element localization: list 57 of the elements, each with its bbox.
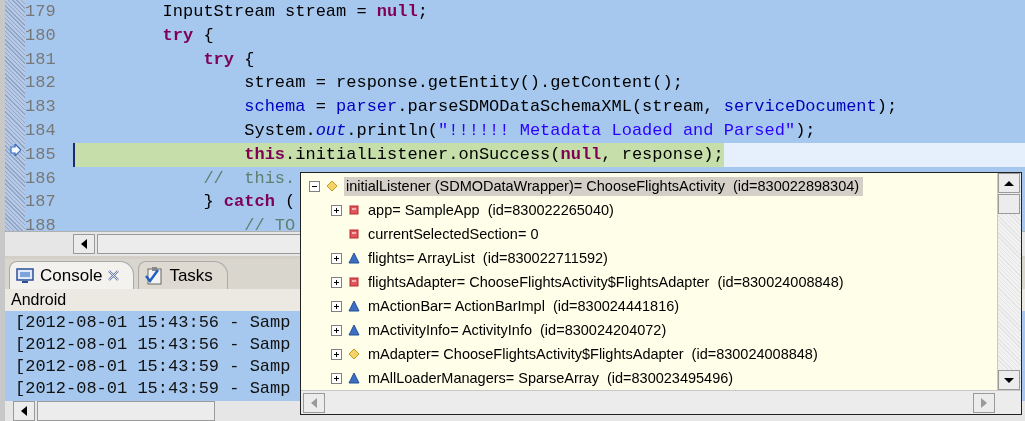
clipboard-check-icon: [145, 266, 164, 285]
scroll-left-button[interactable]: [13, 401, 35, 421]
tree-item[interactable]: mAdapter= ChooseFlightsActivity$FlightsAdapter (id=830024008848): [366, 344, 822, 364]
code-line: try {: [202, 48, 255, 71]
console-line: [2012-08-01 15:43:59 - Samp: [15, 356, 291, 378]
tree-item[interactable]: initialListener (SDMODataWrapper)= ChooseFlightsActivity (id=830022898304): [344, 176, 864, 196]
line-number: 188: [25, 215, 57, 232]
left-arrow-icon: [310, 397, 318, 408]
code-line: InputStream stream = null;: [161, 1, 428, 23]
scroll-left-button[interactable]: [73, 234, 95, 255]
left-arrow-icon: [80, 239, 88, 250]
console-tab[interactable]: Tasks: [138, 261, 228, 289]
code-line: } catch (: [202, 191, 296, 214]
expand-icon[interactable]: [331, 276, 342, 288]
line-number: 185: [25, 143, 57, 166]
console-line: [2012-08-01 15:43:59 - Samp: [15, 378, 291, 400]
code-line: stream = response.getEntity().getContent();: [243, 72, 683, 95]
scrollbar-thumb[interactable]: [998, 194, 1020, 214]
expand-icon[interactable]: [331, 252, 342, 264]
vertical-scrollbar[interactable]: [997, 173, 1021, 390]
tree-item[interactable]: flights= ArrayList (id=830022711592): [366, 248, 612, 268]
code-line: // this.: [202, 167, 296, 190]
down-arrow-icon: [1004, 376, 1014, 384]
console-tab[interactable]: Console: [9, 261, 135, 289]
console-line: [2012-08-01 15:43:56 - Samp: [15, 312, 291, 334]
expand-icon[interactable]: [331, 348, 342, 360]
close-icon[interactable]: [108, 270, 120, 281]
line-number: 179: [25, 1, 57, 23]
line-number: 186: [25, 167, 57, 190]
expand-icon[interactable]: [331, 300, 342, 312]
right-arrow-icon: [980, 397, 988, 408]
code-line: System.out.println("!!!!!! Metadata Loaded and Parsed");: [243, 120, 816, 142]
expand-icon[interactable]: [331, 204, 342, 216]
tree-item[interactable]: mAllLoaderManagers= SparseArray (id=830023495496): [366, 368, 738, 388]
tree-item[interactable]: flightsAdapter= ChooseFlightsActivity$FlightsAdapter (id=830024008848): [366, 272, 848, 292]
tree-item[interactable]: mActivityInfo= ActivityInfo (id=830024204072): [366, 320, 671, 340]
tree-item[interactable]: currentSelectedSection= 0: [366, 224, 543, 244]
collapse-icon[interactable]: [309, 180, 320, 192]
scroll-up-button[interactable]: [998, 173, 1020, 193]
scroll-down-button[interactable]: [998, 370, 1020, 390]
expand-icon[interactable]: [331, 372, 342, 384]
code-line: // TO: [243, 215, 296, 232]
scrollbar-thumb[interactable]: [37, 401, 215, 421]
code-line: schema = parser.parseSDMODataSchemaXML(stream, serviceDocument);: [243, 96, 898, 119]
code-line: try {: [161, 24, 214, 47]
line-number: 180: [25, 24, 57, 47]
up-arrow-icon: [1004, 179, 1014, 187]
line-number: 181: [25, 48, 57, 71]
line-number: 183: [25, 96, 57, 119]
left-arrow-icon: [20, 406, 28, 416]
line-number: 184: [25, 120, 57, 142]
line-number: 187: [25, 191, 57, 214]
line-number: 182: [25, 72, 57, 95]
tree-item[interactable]: app= SampleApp (id=830022265040): [366, 200, 618, 220]
expand-icon[interactable]: [331, 324, 342, 336]
console-line: [2012-08-01 15:43:56 - Samp: [15, 334, 291, 356]
monitor-icon: [16, 267, 34, 284]
